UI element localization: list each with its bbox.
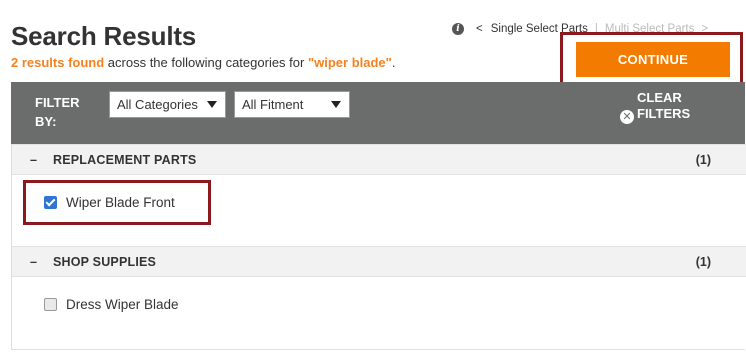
category-name: REPLACEMENT PARTS <box>53 153 197 167</box>
continue-button[interactable]: CONTINUE <box>576 42 730 77</box>
list-item[interactable]: Wiper Blade Front <box>44 195 175 210</box>
list-item[interactable]: Dress Wiper Blade <box>44 297 179 312</box>
chevron-left-icon: < <box>476 23 483 35</box>
item-checkbox[interactable] <box>44 298 57 311</box>
fitment-select[interactable]: All Fitment <box>234 91 350 118</box>
category-name: SHOP SUPPLIES <box>53 255 157 269</box>
collapse-icon[interactable]: – <box>30 255 37 269</box>
category-header-replacement-parts[interactable]: – REPLACEMENT PARTS (1) <box>12 144 746 175</box>
item-label: Dress Wiper Blade <box>66 297 179 312</box>
results-panel: – REPLACEMENT PARTS (1) Wiper Blade Fron… <box>11 144 746 350</box>
clear-filters-button[interactable]: ✕CLEAR FILTERS <box>620 90 709 124</box>
summary-text: across the following categories for <box>104 55 308 70</box>
category-count: (1) <box>695 255 711 269</box>
category-select-value: All Categories <box>117 97 198 112</box>
category-header-shop-supplies[interactable]: – SHOP SUPPLIES (1) <box>12 246 746 277</box>
page-title: Search Results <box>11 21 197 51</box>
filter-by-label: FILTER BY: <box>35 95 80 129</box>
fitment-select-value: All Fitment <box>242 97 304 112</box>
clear-filters-label: CLEAR FILTERS <box>637 90 691 121</box>
dropdown-arrow-icon <box>207 101 217 108</box>
category-count: (1) <box>695 153 711 167</box>
category-select[interactable]: All Categories <box>109 91 226 118</box>
close-circle-icon: ✕ <box>620 110 634 124</box>
results-count: 2 results found <box>11 55 105 70</box>
item-label: Wiper Blade Front <box>66 195 175 210</box>
filter-bar: FILTER BY: All Categories All Fitment ✕C… <box>11 82 745 144</box>
dropdown-arrow-icon <box>331 101 341 108</box>
item-checkbox[interactable] <box>44 196 57 209</box>
info-icon[interactable]: i <box>452 23 464 35</box>
results-summary: 2 results found across the following cat… <box>11 55 395 70</box>
collapse-icon[interactable]: – <box>30 153 37 167</box>
search-query: "wiper blade" <box>307 55 392 70</box>
summary-end: . <box>391 55 396 70</box>
